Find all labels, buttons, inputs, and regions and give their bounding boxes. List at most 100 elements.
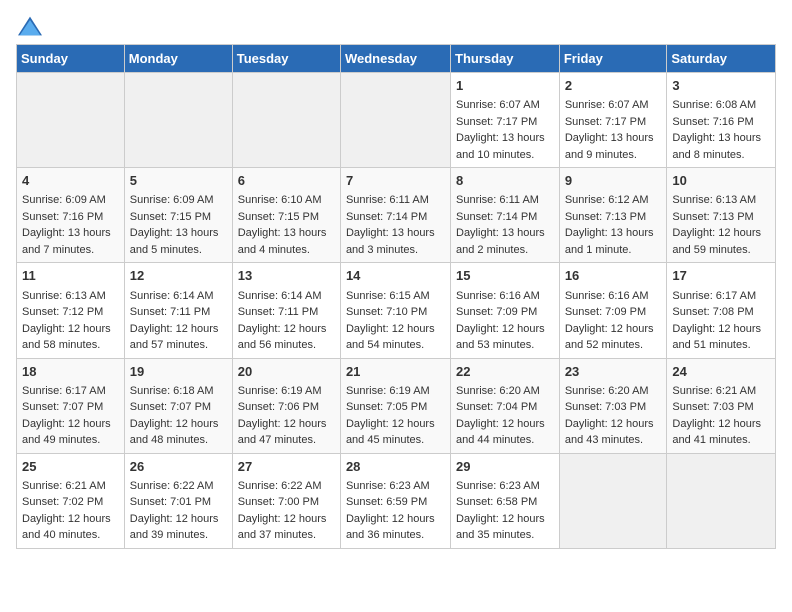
- calendar-cell: 10 Sunrise: 6:13 AM Sunset: 7:13 PM Dayli…: [667, 168, 776, 263]
- logo-icon: [18, 16, 42, 36]
- weekday-header-wednesday: Wednesday: [340, 45, 450, 73]
- day-number: 13: [238, 267, 335, 285]
- calendar-cell: 19 Sunrise: 6:18 AM Sunset: 7:07 PM Dayli…: [124, 358, 232, 453]
- calendar-cell: 23 Sunrise: 6:20 AM Sunset: 7:03 PM Dayli…: [559, 358, 667, 453]
- day-number: 10: [672, 172, 770, 190]
- day-info: Sunrise: 6:20 AM Sunset: 7:03 PM Dayligh…: [565, 383, 662, 449]
- day-info: Sunrise: 6:17 AM Sunset: 7:07 PM Dayligh…: [22, 383, 119, 449]
- calendar-week-row: 18 Sunrise: 6:17 AM Sunset: 7:07 PM Dayli…: [17, 358, 776, 453]
- day-number: 27: [238, 458, 335, 476]
- calendar-week-row: 11 Sunrise: 6:13 AM Sunset: 7:12 PM Dayli…: [17, 263, 776, 358]
- weekday-header-row: SundayMondayTuesdayWednesdayThursdayFrid…: [17, 45, 776, 73]
- day-info: Sunrise: 6:09 AM Sunset: 7:15 PM Dayligh…: [130, 192, 227, 258]
- day-info: Sunrise: 6:20 AM Sunset: 7:04 PM Dayligh…: [456, 383, 554, 449]
- weekday-header-thursday: Thursday: [451, 45, 560, 73]
- day-number: 1: [456, 77, 554, 95]
- day-number: 22: [456, 363, 554, 381]
- day-info: Sunrise: 6:11 AM Sunset: 7:14 PM Dayligh…: [456, 192, 554, 258]
- day-info: Sunrise: 6:13 AM Sunset: 7:13 PM Dayligh…: [672, 192, 770, 258]
- day-info: Sunrise: 6:21 AM Sunset: 7:03 PM Dayligh…: [672, 383, 770, 449]
- day-number: 9: [565, 172, 662, 190]
- calendar-cell: 20 Sunrise: 6:19 AM Sunset: 7:06 PM Dayli…: [232, 358, 340, 453]
- calendar-cell: 26 Sunrise: 6:22 AM Sunset: 7:01 PM Dayli…: [124, 453, 232, 548]
- day-number: 23: [565, 363, 662, 381]
- calendar-cell: [340, 73, 450, 168]
- calendar-week-row: 1 Sunrise: 6:07 AM Sunset: 7:17 PM Daylig…: [17, 73, 776, 168]
- day-number: 28: [346, 458, 445, 476]
- calendar-cell: 5 Sunrise: 6:09 AM Sunset: 7:15 PM Daylig…: [124, 168, 232, 263]
- day-number: 3: [672, 77, 770, 95]
- day-info: Sunrise: 6:14 AM Sunset: 7:11 PM Dayligh…: [238, 288, 335, 354]
- day-number: 2: [565, 77, 662, 95]
- day-number: 7: [346, 172, 445, 190]
- day-info: Sunrise: 6:08 AM Sunset: 7:16 PM Dayligh…: [672, 97, 770, 163]
- header: [16, 16, 776, 36]
- day-info: Sunrise: 6:17 AM Sunset: 7:08 PM Dayligh…: [672, 288, 770, 354]
- day-number: 6: [238, 172, 335, 190]
- calendar-cell: 6Sunrise: 6:10 AM Sunset: 7:15 PM Daylig…: [232, 168, 340, 263]
- day-info: Sunrise: 6:19 AM Sunset: 7:06 PM Dayligh…: [238, 383, 335, 449]
- calendar-cell: 21 Sunrise: 6:19 AM Sunset: 7:05 PM Dayli…: [340, 358, 450, 453]
- calendar-cell: 7Sunrise: 6:11 AM Sunset: 7:14 PM Daylig…: [340, 168, 450, 263]
- day-number: 29: [456, 458, 554, 476]
- day-info: Sunrise: 6:07 AM Sunset: 7:17 PM Dayligh…: [456, 97, 554, 163]
- day-number: 18: [22, 363, 119, 381]
- day-info: Sunrise: 6:14 AM Sunset: 7:11 PM Dayligh…: [130, 288, 227, 354]
- calendar-cell: [559, 453, 667, 548]
- calendar-week-row: 25 Sunrise: 6:21 AM Sunset: 7:02 PM Dayli…: [17, 453, 776, 548]
- calendar-cell: 8 Sunrise: 6:11 AM Sunset: 7:14 PM Daylig…: [451, 168, 560, 263]
- day-info: Sunrise: 6:18 AM Sunset: 7:07 PM Dayligh…: [130, 383, 227, 449]
- day-info: Sunrise: 6:19 AM Sunset: 7:05 PM Dayligh…: [346, 383, 445, 449]
- weekday-header-saturday: Saturday: [667, 45, 776, 73]
- day-number: 25: [22, 458, 119, 476]
- calendar-cell: [232, 73, 340, 168]
- calendar-cell: 17 Sunrise: 6:17 AM Sunset: 7:08 PM Dayli…: [667, 263, 776, 358]
- day-info: Sunrise: 6:21 AM Sunset: 7:02 PM Dayligh…: [22, 478, 119, 544]
- day-number: 17: [672, 267, 770, 285]
- day-info: Sunrise: 6:22 AM Sunset: 7:00 PM Dayligh…: [238, 478, 335, 544]
- calendar-cell: [17, 73, 125, 168]
- day-number: 4: [22, 172, 119, 190]
- day-number: 11: [22, 267, 119, 285]
- calendar-cell: 2 Sunrise: 6:07 AM Sunset: 7:17 PM Daylig…: [559, 73, 667, 168]
- day-info: Sunrise: 6:23 AM Sunset: 6:58 PM Dayligh…: [456, 478, 554, 544]
- day-info: Sunrise: 6:13 AM Sunset: 7:12 PM Dayligh…: [22, 288, 119, 354]
- weekday-header-tuesday: Tuesday: [232, 45, 340, 73]
- calendar-cell: 13 Sunrise: 6:14 AM Sunset: 7:11 PM Dayli…: [232, 263, 340, 358]
- calendar-cell: 1 Sunrise: 6:07 AM Sunset: 7:17 PM Daylig…: [451, 73, 560, 168]
- day-number: 21: [346, 363, 445, 381]
- calendar-cell: 25 Sunrise: 6:21 AM Sunset: 7:02 PM Dayli…: [17, 453, 125, 548]
- calendar-cell: 3 Sunrise: 6:08 AM Sunset: 7:16 PM Daylig…: [667, 73, 776, 168]
- calendar-cell: 16 Sunrise: 6:16 AM Sunset: 7:09 PM Dayli…: [559, 263, 667, 358]
- logo: [16, 16, 42, 36]
- day-number: 20: [238, 363, 335, 381]
- calendar-cell: 29 Sunrise: 6:23 AM Sunset: 6:58 PM Dayli…: [451, 453, 560, 548]
- calendar-cell: 9 Sunrise: 6:12 AM Sunset: 7:13 PM Daylig…: [559, 168, 667, 263]
- day-number: 12: [130, 267, 227, 285]
- day-info: Sunrise: 6:15 AM Sunset: 7:10 PM Dayligh…: [346, 288, 445, 354]
- calendar-cell: 15 Sunrise: 6:16 AM Sunset: 7:09 PM Dayli…: [451, 263, 560, 358]
- day-info: Sunrise: 6:22 AM Sunset: 7:01 PM Dayligh…: [130, 478, 227, 544]
- day-info: Sunrise: 6:16 AM Sunset: 7:09 PM Dayligh…: [565, 288, 662, 354]
- day-number: 5: [130, 172, 227, 190]
- day-number: 8: [456, 172, 554, 190]
- day-number: 16: [565, 267, 662, 285]
- day-number: 15: [456, 267, 554, 285]
- day-number: 26: [130, 458, 227, 476]
- day-info: Sunrise: 6:16 AM Sunset: 7:09 PM Dayligh…: [456, 288, 554, 354]
- day-info: Sunrise: 6:07 AM Sunset: 7:17 PM Dayligh…: [565, 97, 662, 163]
- calendar-cell: 24 Sunrise: 6:21 AM Sunset: 7:03 PM Dayli…: [667, 358, 776, 453]
- calendar-cell: 28Sunrise: 6:23 AM Sunset: 6:59 PM Dayli…: [340, 453, 450, 548]
- calendar-week-row: 4Sunrise: 6:09 AM Sunset: 7:16 PM Daylig…: [17, 168, 776, 263]
- calendar-cell: [124, 73, 232, 168]
- weekday-header-monday: Monday: [124, 45, 232, 73]
- calendar-table: SundayMondayTuesdayWednesdayThursdayFrid…: [16, 44, 776, 549]
- day-number: 24: [672, 363, 770, 381]
- day-number: 19: [130, 363, 227, 381]
- day-info: Sunrise: 6:12 AM Sunset: 7:13 PM Dayligh…: [565, 192, 662, 258]
- calendar-cell: 11 Sunrise: 6:13 AM Sunset: 7:12 PM Dayli…: [17, 263, 125, 358]
- calendar-cell: 12 Sunrise: 6:14 AM Sunset: 7:11 PM Dayli…: [124, 263, 232, 358]
- weekday-header-sunday: Sunday: [17, 45, 125, 73]
- weekday-header-friday: Friday: [559, 45, 667, 73]
- day-number: 14: [346, 267, 445, 285]
